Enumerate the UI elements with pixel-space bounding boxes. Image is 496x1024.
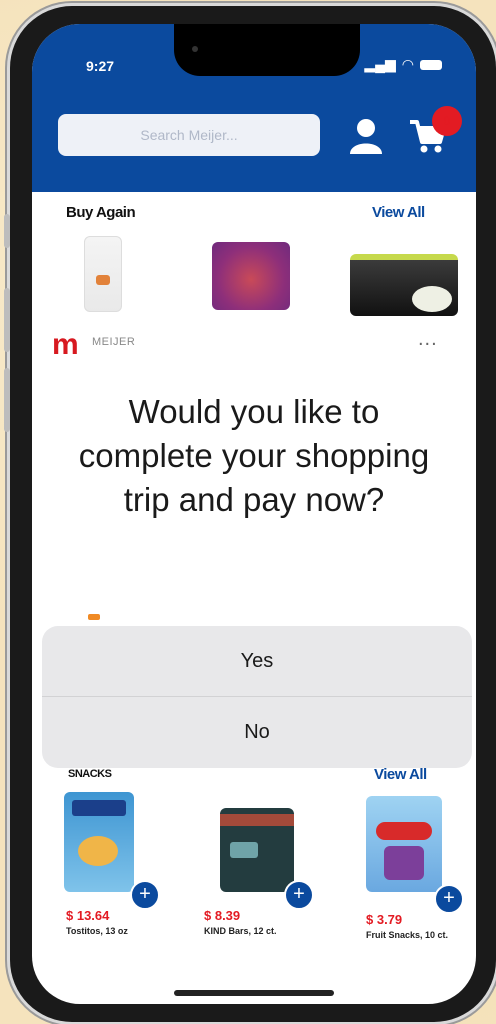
buy-again-product-3-image[interactable] [350, 254, 458, 316]
phone-notch [174, 24, 360, 76]
pay-now-prompt: Would you like to complete your shopping… [78, 393, 430, 518]
snack-product-3-price: $ 3.79 [366, 912, 403, 927]
add-to-cart-button-1[interactable]: + [130, 880, 160, 910]
phone-mute-switch [4, 214, 10, 248]
partial-product-hint [88, 614, 100, 620]
more-options-button[interactable]: ... [418, 328, 438, 351]
app-screen: 9:27 ▂▄▆ ◠ 0 Buy Again View All m MEIJER… [32, 24, 476, 1004]
buy-again-title: Buy Again [66, 204, 136, 221]
snack-product-3-name: Fruit Snacks, 10 ct. [366, 930, 449, 940]
status-icons: ▂▄▆ ◠ [364, 56, 442, 73]
brand-name: MEIJER [92, 336, 136, 348]
snack-product-2-name: KIND Bars, 12 ct. [204, 926, 277, 936]
account-icon[interactable] [348, 116, 384, 156]
snack-product-3-image[interactable] [366, 796, 442, 892]
snacks-title: SNACKS [68, 768, 112, 780]
cart-count-badge: 0 [432, 106, 462, 136]
snack-product-2-price: $ 8.39 [204, 908, 241, 923]
snack-product-2-image[interactable] [220, 808, 294, 892]
snack-product-1-image[interactable] [64, 792, 134, 892]
snacks-view-all-link[interactable]: View All [374, 766, 427, 783]
home-indicator[interactable] [174, 990, 334, 996]
meijer-logo: m [52, 328, 79, 361]
buy-again-product-1-image[interactable] [84, 236, 122, 312]
wifi-icon: ◠ [401, 56, 414, 72]
signal-icon: ▂▄▆ [364, 56, 396, 72]
action-sheet: Yes No [42, 626, 472, 768]
camera-dot [192, 46, 198, 52]
buy-again-product-2-image[interactable] [212, 242, 290, 310]
add-to-cart-button-3[interactable]: + [434, 884, 464, 914]
yes-button[interactable]: Yes [42, 626, 472, 696]
add-to-cart-button-2[interactable]: + [284, 880, 314, 910]
phone-volume-up [4, 288, 10, 352]
battery-icon [420, 59, 442, 70]
no-button[interactable]: No [42, 697, 472, 767]
snack-product-1-name: Tostitos, 13 oz [66, 926, 128, 936]
search-input[interactable] [58, 114, 320, 156]
phone-volume-down [4, 368, 10, 432]
snack-product-1-price: $ 13.64 [66, 908, 110, 923]
buy-again-view-all-link[interactable]: View All [372, 204, 425, 221]
status-time: 9:27 [86, 58, 115, 74]
